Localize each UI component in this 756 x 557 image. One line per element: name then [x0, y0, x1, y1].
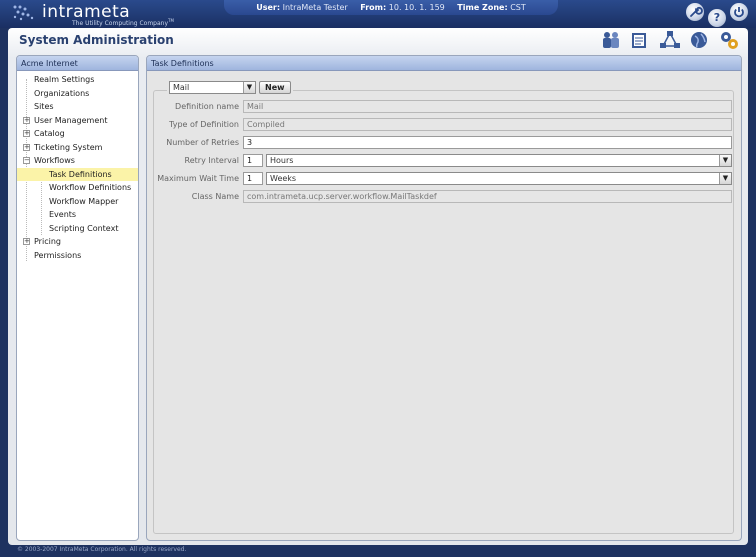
globe-icon[interactable]: [688, 30, 710, 50]
sidebar-item-realm-settings[interactable]: Realm Settings: [17, 73, 138, 87]
chevron-down-icon[interactable]: ▼: [243, 82, 255, 93]
maximum-wait-time-unit-select[interactable]: Weeks ▼: [266, 172, 732, 185]
retry-interval-unit-select[interactable]: Hours ▼: [266, 154, 732, 167]
timezone-value: CST: [510, 3, 526, 12]
sidebar-tree: Realm Settings Organizations Sites + User…: [17, 71, 138, 262]
logo-tagline: The Utility Computing CompanyTM: [72, 18, 174, 27]
intrameta-logo: intrameta The Utility Computing CompanyT…: [12, 2, 174, 27]
sidebar-item-workflow-mapper[interactable]: Workflow Mapper: [17, 195, 138, 209]
sidebar-item-label: Workflows: [34, 156, 75, 165]
expand-icon[interactable]: +: [23, 116, 30, 124]
sidebar-header: Acme Internet: [17, 56, 138, 71]
sidebar-item-label: Realm Settings: [34, 75, 95, 84]
sidebar-item-label: Permissions: [34, 250, 82, 260]
power-icon[interactable]: [730, 3, 748, 21]
sidebar-item-label: Workflow Definitions: [49, 183, 132, 192]
maximum-wait-time-label: Maximum Wait Time: [157, 174, 239, 183]
settings-gears-icon[interactable]: [718, 30, 740, 50]
app-toolbar: [595, 30, 740, 52]
expand-icon[interactable]: +: [23, 130, 30, 137]
top-bar: intrameta The Utility Computing CompanyT…: [0, 0, 756, 28]
retry-interval-row: Retry Interval 1 Hours ▼: [153, 154, 733, 167]
main-panel: System Administration Acme Internet Real…: [8, 28, 748, 545]
top-icons: ?: [682, 3, 748, 27]
copyright-footer: © 2003-2007 IntraMeta Corporation. All r…: [17, 546, 187, 553]
type-of-definition-field: Compiled: [243, 118, 732, 131]
reports-icon[interactable]: [629, 30, 651, 50]
sidebar-item-label: Scripting Context: [49, 223, 119, 233]
sidebar-item-label: Workflow Mapper: [49, 196, 119, 206]
sidebar-item-label: Ticketing System: [34, 142, 103, 152]
expand-icon[interactable]: +: [23, 143, 30, 151]
sidebar-item-label: Events: [49, 210, 77, 219]
content-header: Task Definitions: [147, 56, 741, 71]
maximum-wait-time-input[interactable]: 1: [243, 172, 263, 185]
definition-name-row: Definition name Mail: [153, 100, 733, 113]
sidebar-item-sites[interactable]: Sites: [17, 100, 138, 114]
sidebar-item-permissions[interactable]: Permissions: [17, 249, 138, 263]
class-name-label: Class Name: [191, 192, 239, 201]
maximum-wait-time-unit-value: Weeks: [270, 174, 297, 183]
task-definition-select-value: Mail: [173, 83, 190, 92]
maximum-wait-time-row: Maximum Wait Time 1 Weeks ▼: [153, 172, 733, 185]
definition-name-label: Definition name: [175, 102, 239, 111]
definition-name-field: Mail: [243, 100, 732, 113]
retry-interval-input[interactable]: 1: [243, 154, 263, 167]
network-icon[interactable]: [659, 30, 681, 50]
sidebar-item-label: Catalog: [34, 129, 65, 138]
help-icon[interactable]: ?: [708, 9, 726, 27]
sidebar: Acme Internet Realm Settings Organizatio…: [16, 55, 139, 541]
new-button[interactable]: New: [259, 81, 291, 94]
type-of-definition-label: Type of Definition: [169, 120, 239, 129]
sidebar-item-label: Pricing: [34, 237, 61, 246]
page-title: System Administration: [19, 33, 174, 47]
sidebar-item-task-definitions[interactable]: Task Definitions: [17, 167, 138, 181]
from-value: 10. 10. 1. 159: [388, 3, 445, 12]
sidebar-item-workflows[interactable]: − Workflows: [17, 154, 138, 168]
type-of-definition-row: Type of Definition Compiled: [153, 118, 733, 131]
retry-interval-unit-value: Hours: [270, 156, 294, 165]
session-info: User: IntraMeta Tester From: 10. 10. 1. …: [224, 0, 558, 15]
wrench-icon[interactable]: [686, 3, 704, 21]
sidebar-item-organizations[interactable]: Organizations: [17, 87, 138, 101]
sidebar-item-label: Sites: [34, 102, 54, 111]
sidebar-item-label: Organizations: [34, 88, 90, 98]
timezone-label: Time Zone:: [457, 3, 508, 12]
sidebar-item-ticketing-system[interactable]: + Ticketing System: [17, 141, 138, 155]
sidebar-item-workflow-definitions[interactable]: Workflow Definitions: [17, 181, 138, 195]
number-of-retries-input[interactable]: 3: [243, 136, 732, 149]
expand-icon[interactable]: +: [23, 238, 30, 245]
chevron-down-icon[interactable]: ▼: [719, 173, 731, 184]
from-label: From:: [360, 3, 387, 12]
number-of-retries-label: Number of Retries: [166, 138, 239, 147]
content-panel: Task Definitions Mail ▼ New Definition n…: [146, 55, 742, 541]
class-name-field: com.intrameta.ucp.server.workflow.MailTa…: [243, 190, 732, 203]
sidebar-item-user-management[interactable]: + User Management: [17, 114, 138, 128]
sidebar-item-label: Task Definitions: [49, 169, 112, 179]
sidebar-item-pricing[interactable]: + Pricing: [17, 235, 138, 249]
sidebar-item-catalog[interactable]: + Catalog: [17, 127, 138, 141]
class-name-row: Class Name com.intrameta.ucp.server.work…: [153, 190, 733, 203]
users-icon[interactable]: [600, 30, 622, 50]
logo-dots-icon: [13, 5, 34, 21]
retry-interval-label: Retry Interval: [184, 156, 239, 165]
task-definition-select[interactable]: Mail ▼: [169, 81, 256, 94]
user-label: User:: [256, 3, 281, 12]
user-value: IntraMeta Tester: [282, 3, 348, 12]
sidebar-item-scripting-context[interactable]: Scripting Context: [17, 222, 138, 236]
task-selector-bar: Mail ▼ New: [167, 81, 293, 95]
sidebar-item-events[interactable]: Events: [17, 208, 138, 222]
collapse-icon[interactable]: −: [23, 157, 30, 164]
sidebar-item-label: User Management: [34, 115, 108, 125]
chevron-down-icon[interactable]: ▼: [719, 155, 731, 166]
number-of-retries-row: Number of Retries 3: [153, 136, 733, 149]
